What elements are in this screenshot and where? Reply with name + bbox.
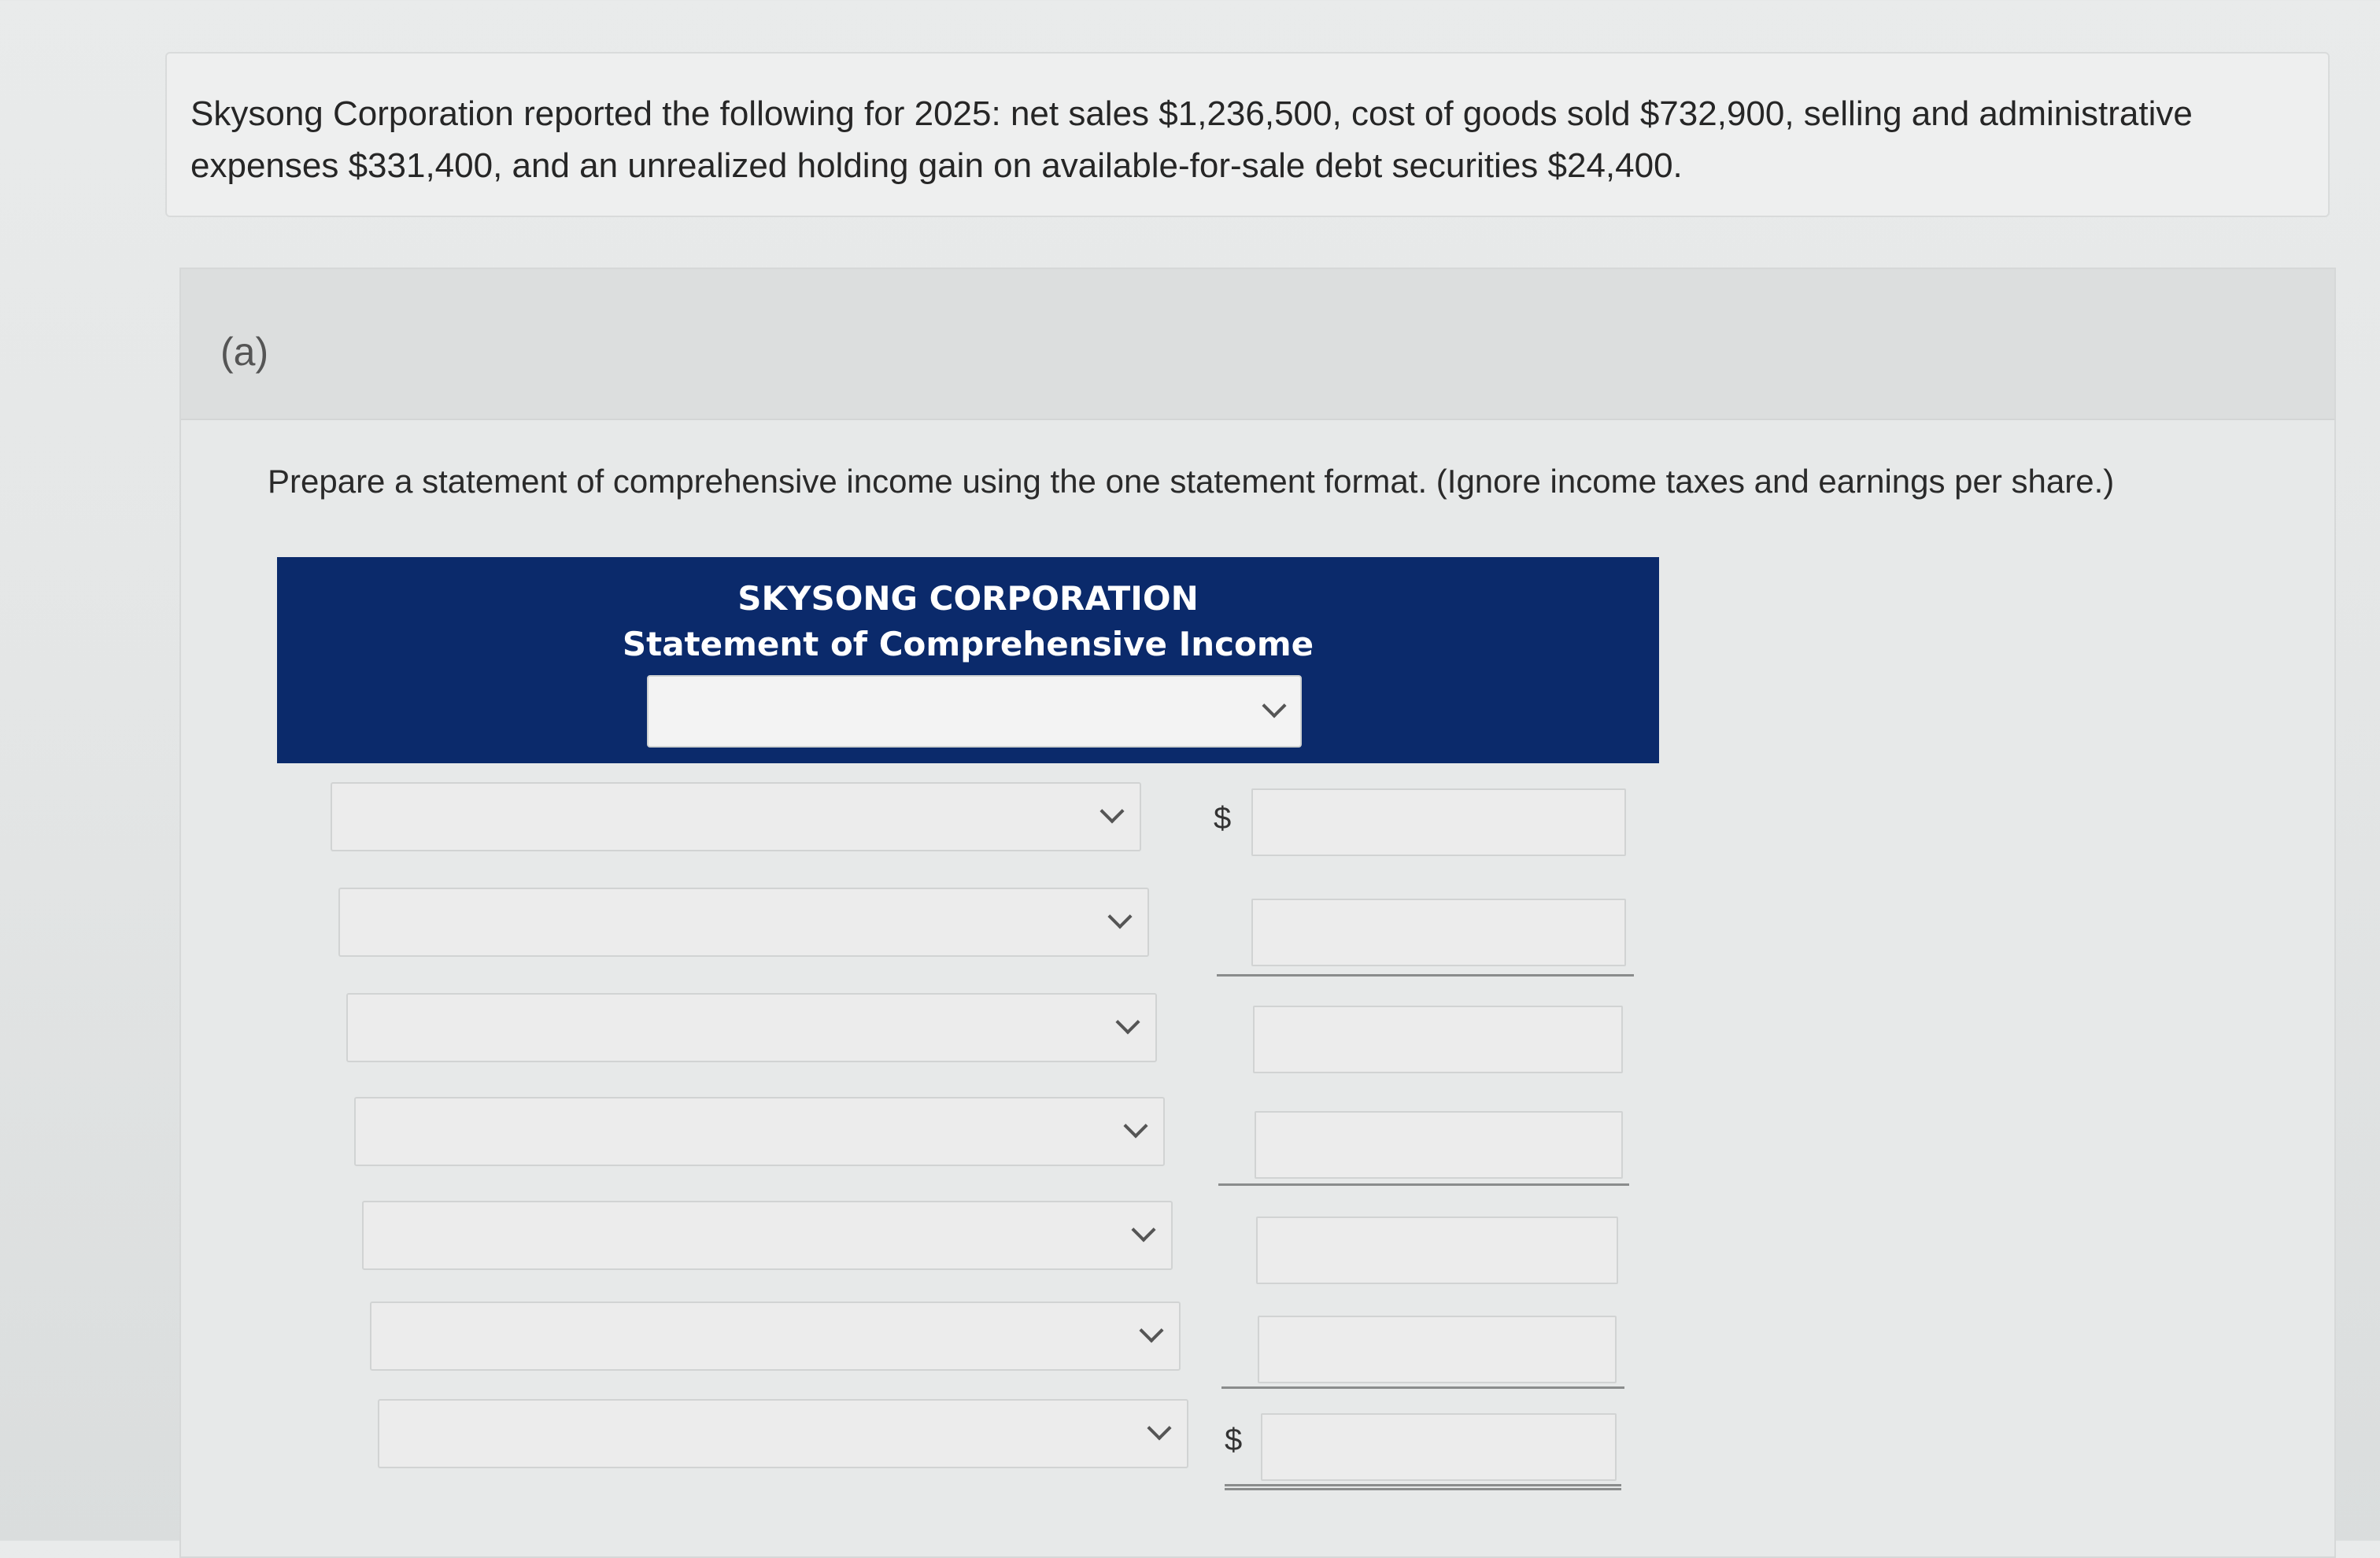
problem-line-1: Skysong Corporation reported the followi… (190, 94, 2193, 133)
chevron-down-icon (1147, 1416, 1172, 1441)
chevron-down-icon (1107, 904, 1133, 929)
account-dropdown-1[interactable] (331, 782, 1141, 851)
part-instruction: Prepare a statement of comprehensive inc… (268, 463, 2115, 500)
chevron-down-icon (1115, 1010, 1140, 1035)
subtotal-underline (1218, 1183, 1629, 1186)
amount-input-7[interactable] (1261, 1413, 1617, 1481)
total-double-underline (1225, 1484, 1621, 1490)
amount-input-4[interactable] (1255, 1111, 1623, 1179)
period-dropdown[interactable] (647, 675, 1302, 748)
problem-statement-box: Skysong Corporation reported the followi… (165, 52, 2330, 217)
amount-input-1[interactable] (1251, 788, 1626, 856)
statement-title: Statement of Comprehensive Income (622, 625, 1314, 663)
problem-line-2: expenses $331,400, and an unrealized hol… (190, 146, 1683, 185)
chevron-down-icon (1123, 1113, 1148, 1139)
account-dropdown-2[interactable] (338, 888, 1149, 957)
part-a-section: (a) Prepare a statement of comprehensive… (179, 268, 2336, 1558)
account-dropdown-4[interactable] (354, 1097, 1165, 1166)
amount-input-3[interactable] (1253, 1006, 1623, 1073)
subtotal-underline (1221, 1386, 1624, 1389)
chevron-down-icon (1262, 693, 1287, 718)
chevron-down-icon (1099, 799, 1125, 824)
amount-input-6[interactable] (1258, 1316, 1617, 1383)
account-dropdown-7[interactable] (378, 1399, 1188, 1468)
account-dropdown-6[interactable] (370, 1301, 1181, 1371)
company-name: SKYSONG CORPORATION (737, 579, 1199, 618)
chevron-down-icon (1139, 1318, 1164, 1343)
account-dropdown-5[interactable] (362, 1201, 1173, 1270)
currency-symbol: $ (1225, 1423, 1243, 1457)
problem-text: Skysong Corporation reported the followi… (190, 88, 2304, 192)
statement-header: SKYSONG CORPORATION Statement of Compreh… (277, 557, 1659, 763)
chevron-down-icon (1131, 1217, 1156, 1242)
part-a-header: (a) (181, 269, 2334, 420)
amount-input-2[interactable] (1251, 899, 1626, 966)
currency-symbol: $ (1214, 801, 1232, 836)
part-label: (a) (220, 330, 269, 374)
amount-input-5[interactable] (1256, 1216, 1618, 1284)
subtotal-underline (1217, 974, 1634, 977)
account-dropdown-3[interactable] (346, 993, 1157, 1062)
